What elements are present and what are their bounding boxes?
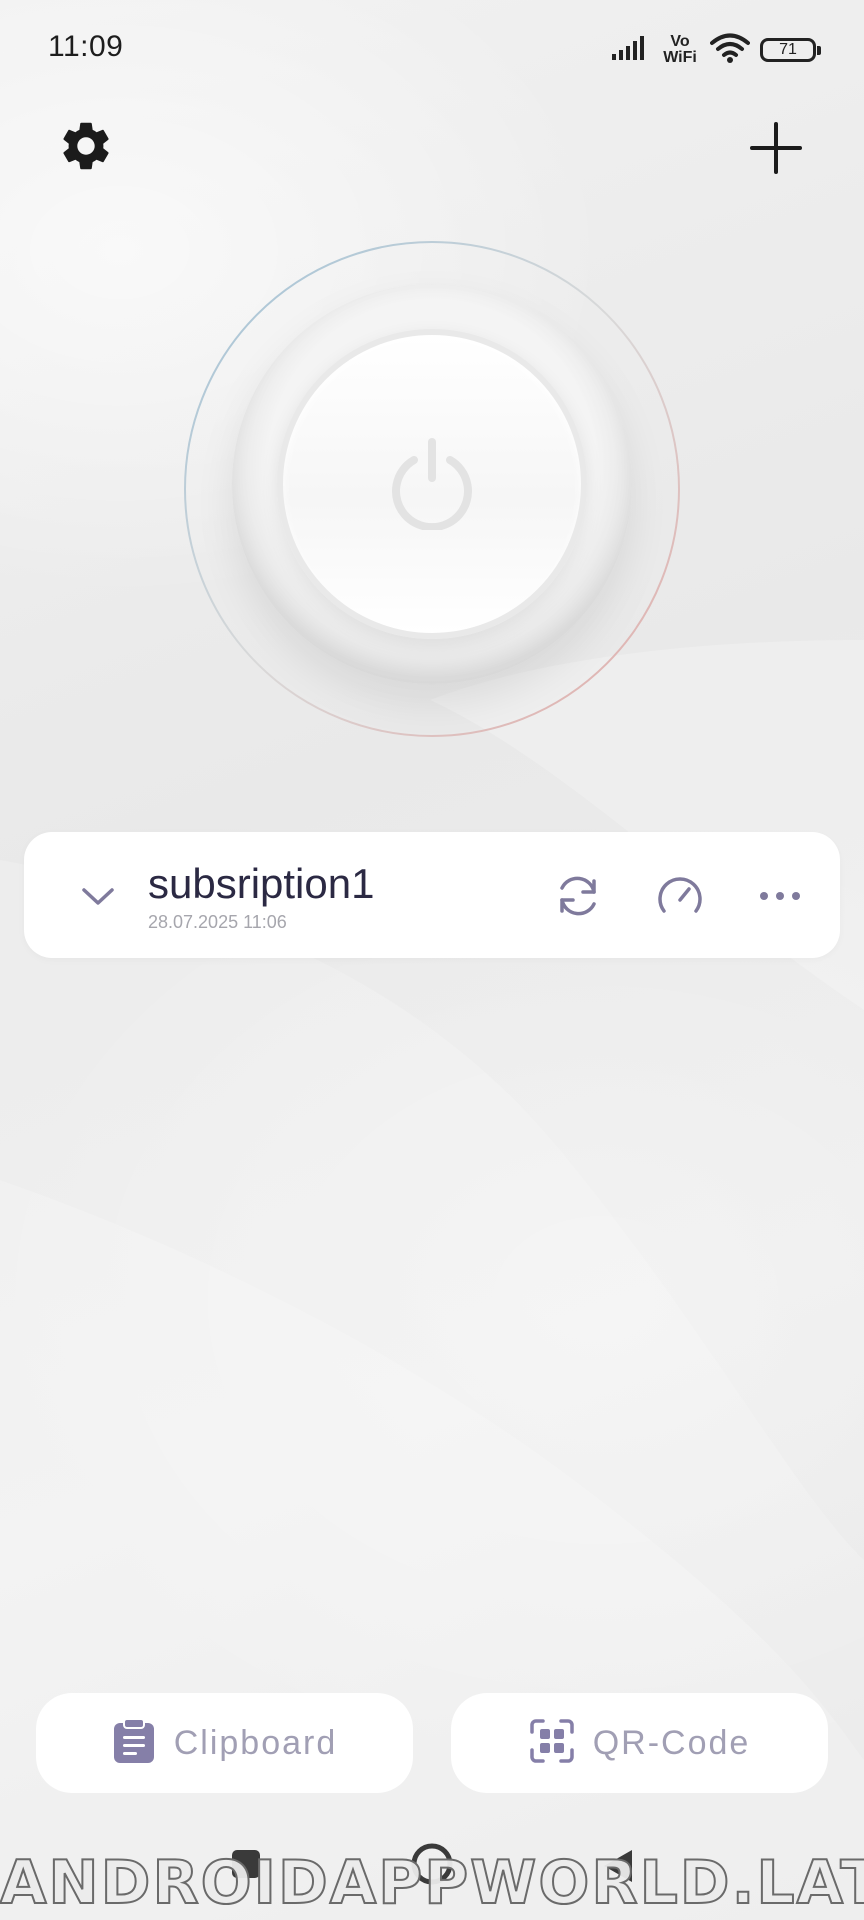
settings-button[interactable] bbox=[54, 116, 118, 180]
wifi-icon bbox=[710, 32, 750, 69]
vowifi-top: Vo bbox=[670, 33, 690, 50]
subscription-card[interactable]: subsription1 28.07.2025 11:06 bbox=[24, 832, 840, 958]
subscription-name: subsription1 bbox=[148, 860, 375, 907]
status-bar: 11:09 Vo WiFi 71 bbox=[0, 0, 864, 100]
qr-scan-icon bbox=[529, 1718, 575, 1769]
add-button[interactable] bbox=[748, 120, 804, 176]
status-time: 11:09 bbox=[48, 30, 124, 63]
clipboard-button[interactable]: Clipboard bbox=[36, 1693, 413, 1793]
clipboard-label: Clipboard bbox=[173, 1723, 338, 1762]
power-icon bbox=[384, 434, 480, 535]
subscription-updated: 28.07.2025 11:06 bbox=[148, 912, 287, 932]
vowifi-indicator: Vo WiFi bbox=[660, 34, 700, 66]
battery-level: 71 bbox=[779, 41, 797, 58]
signal-icon bbox=[610, 34, 650, 67]
power-button[interactable] bbox=[277, 329, 587, 639]
more-horizontal-icon[interactable] bbox=[754, 870, 806, 922]
vowifi-bottom: WiFi bbox=[663, 49, 697, 66]
qr-code-button[interactable]: QR-Code bbox=[451, 1693, 828, 1793]
watermark: ANDROIDAPPWORLD.LAT bbox=[0, 1847, 864, 1919]
speedometer-icon[interactable] bbox=[654, 870, 706, 922]
status-icons: Vo WiFi 71 bbox=[610, 30, 821, 70]
battery-icon: 71 bbox=[760, 38, 821, 62]
connect-area bbox=[182, 239, 682, 739]
plus-icon bbox=[748, 122, 804, 180]
refresh-icon[interactable] bbox=[552, 870, 604, 922]
gear-icon bbox=[57, 117, 115, 180]
qr-code-label: QR-Code bbox=[592, 1723, 751, 1762]
clipboard-icon bbox=[112, 1717, 156, 1770]
chevron-down-icon[interactable] bbox=[74, 872, 122, 920]
